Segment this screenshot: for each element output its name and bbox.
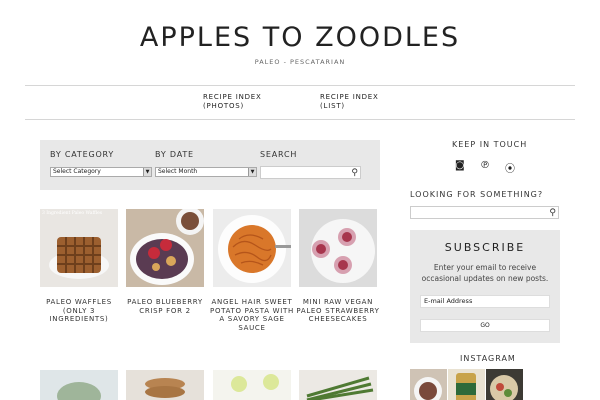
recipe-thumb-blueberry-crisp[interactable] bbox=[126, 209, 204, 287]
recipe-caption-waffles[interactable]: PALEO WAFFLES (ONLY 3 INGREDIENTS) bbox=[37, 298, 121, 324]
nav-bottom-divider bbox=[25, 119, 575, 120]
recipe-caption-text: ANGEL HAIR SWEET POTATO PASTA WITH A SAV… bbox=[210, 298, 294, 332]
rss-icon[interactable]: ⦿ bbox=[505, 160, 515, 175]
recipe-thumb-pancakes[interactable] bbox=[126, 370, 204, 400]
subscribe-go-button[interactable]: GO bbox=[420, 319, 550, 332]
recipe-caption-cheesecakes[interactable]: MINI RAW VEGAN PALEO STRAWBERRY CHEESECA… bbox=[296, 298, 380, 324]
email-field[interactable]: E-mail Address bbox=[420, 295, 550, 308]
recipe-caption-text: PALEO BLUEBERRY CRISP FOR 2 bbox=[127, 298, 203, 315]
looking-for-something-heading: LOOKING FOR SOMETHING? bbox=[410, 190, 544, 199]
search-icon[interactable]: ⚲ bbox=[351, 168, 358, 178]
recipe-thumb-cheesecakes[interactable] bbox=[299, 209, 377, 287]
recipe-thumb-lemon-drinks[interactable] bbox=[213, 370, 291, 400]
recipe-caption-text: MINI RAW VEGAN PALEO STRAWBERRY CHEESECA… bbox=[296, 298, 380, 323]
recipe-thumb-waffles[interactable]: 3 Ingredient Paleo Waffles bbox=[40, 209, 118, 287]
recipe-search-input[interactable]: ⚲ bbox=[260, 166, 361, 179]
sidebar-search-input[interactable]: ⚲ bbox=[410, 206, 559, 219]
month-select[interactable]: Select Month ▼ bbox=[155, 167, 257, 177]
instagram-photo[interactable] bbox=[486, 369, 523, 400]
search-filter-label: SEARCH bbox=[260, 150, 298, 159]
month-select-value: Select Month bbox=[158, 168, 198, 175]
subscribe-title: SUBSCRIBE bbox=[444, 241, 526, 254]
category-filter-label: BY CATEGORY bbox=[50, 150, 115, 159]
subscribe-panel: SUBSCRIBE Enter your email to receive oc… bbox=[410, 230, 560, 343]
recipe-caption-text: PALEO WAFFLES (ONLY 3 INGREDIENTS) bbox=[46, 298, 112, 323]
category-select[interactable]: Select Category ▼ bbox=[50, 167, 152, 177]
chevron-down-icon: ▼ bbox=[143, 168, 151, 176]
recipe-thumb-sweet-potato-pasta[interactable] bbox=[213, 209, 291, 287]
date-filter-label: BY DATE bbox=[155, 150, 194, 159]
subscribe-description: Enter your email to receive occasional u… bbox=[421, 263, 549, 283]
site-title[interactable]: APPLES TO ZOODLES bbox=[0, 22, 600, 53]
keep-in-touch-heading: KEEP IN TOUCH bbox=[452, 140, 528, 149]
instagram-icon[interactable]: ◙ bbox=[455, 160, 465, 171]
pinterest-icon[interactable]: ℗ bbox=[480, 160, 490, 171]
instagram-photo[interactable] bbox=[410, 369, 447, 400]
search-icon[interactable]: ⚲ bbox=[549, 208, 556, 218]
recipe-thumb-asparagus[interactable] bbox=[299, 370, 377, 400]
instagram-photo[interactable] bbox=[448, 369, 485, 400]
recipe-photo-overlay-text: 3 Ingredient Paleo Waffles bbox=[42, 211, 103, 216]
nav-recipe-index-list[interactable]: RECIPE INDEX (LIST) bbox=[320, 93, 379, 111]
category-select-value: Select Category bbox=[53, 168, 101, 175]
nav-top-divider bbox=[25, 85, 575, 86]
instagram-heading: INSTAGRAM bbox=[460, 354, 516, 363]
chevron-down-icon: ▼ bbox=[248, 168, 256, 176]
site-tagline: PALEO - PESCATARIAN bbox=[254, 58, 346, 66]
recipe-filter-panel: BY CATEGORY BY DATE SEARCH Select Catego… bbox=[40, 140, 380, 190]
recipe-caption-sweet-potato-pasta[interactable]: ANGEL HAIR SWEET POTATO PASTA WITH A SAV… bbox=[210, 298, 294, 332]
nav-recipe-index-photos[interactable]: RECIPE INDEX (PHOTOS) bbox=[203, 93, 262, 111]
recipe-thumb-salad[interactable] bbox=[40, 370, 118, 400]
recipe-caption-blueberry-crisp[interactable]: PALEO BLUEBERRY CRISP FOR 2 bbox=[123, 298, 207, 315]
